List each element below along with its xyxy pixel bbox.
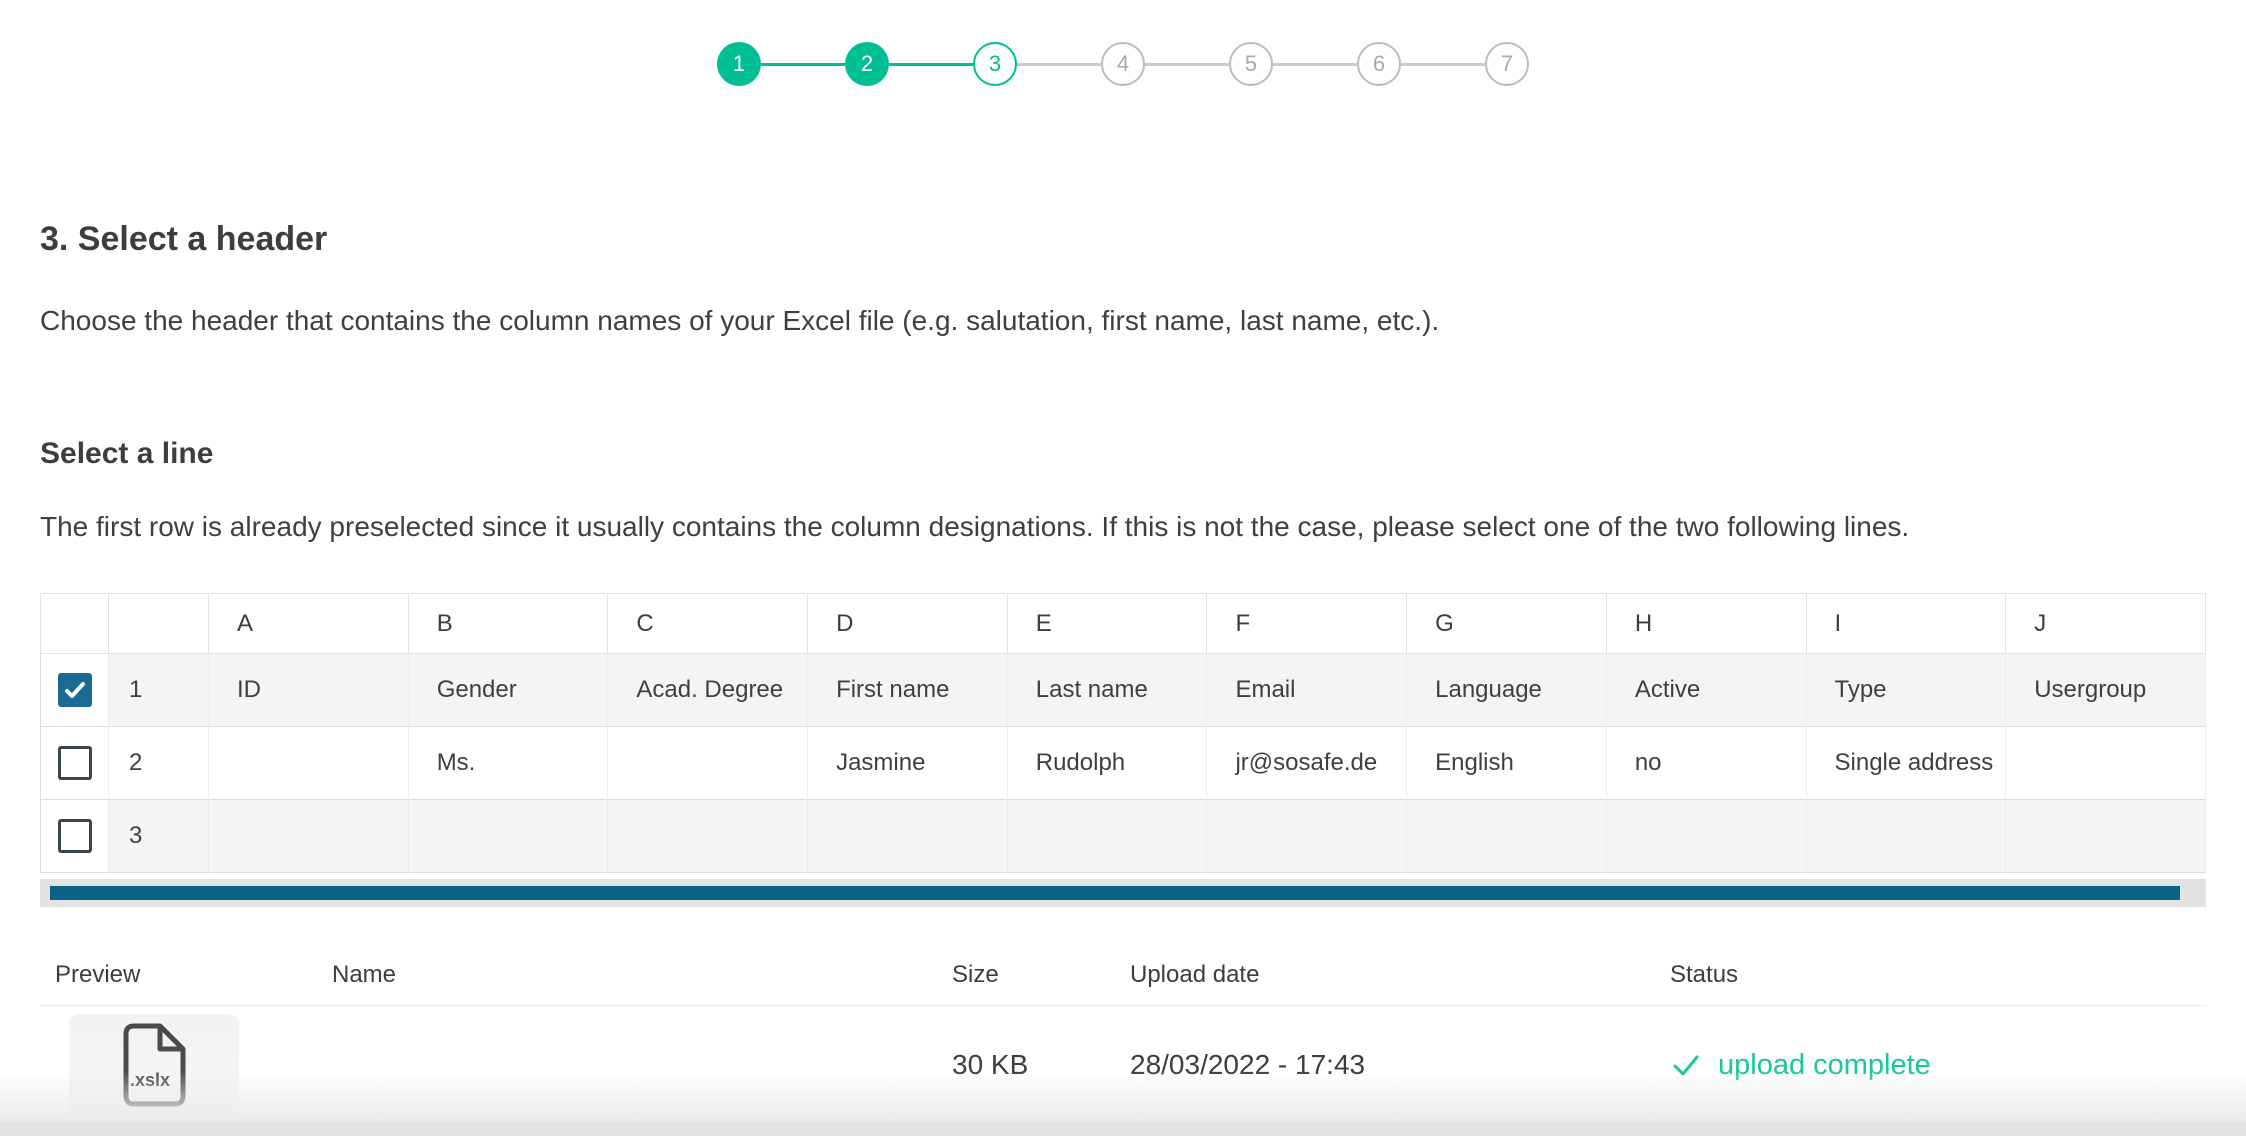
sheet-cell-F2: jr@sosafe.de: [1207, 727, 1407, 800]
sheet-cell-A2: [209, 727, 409, 800]
sheet-cell-H3: [1606, 800, 1806, 873]
row-3-checkbox[interactable]: [58, 819, 92, 853]
sheet-cell-J3: [2006, 800, 2206, 873]
row-1-checkbox[interactable]: [58, 673, 92, 707]
check-icon: [1670, 1049, 1702, 1081]
document-icon: .xslx: [121, 1022, 187, 1108]
sheet-cell-D2: Jasmine: [808, 727, 1008, 800]
horizontal-scrollbar-thumb[interactable]: [50, 886, 2180, 900]
sheet-cell-E2: Rudolph: [1007, 727, 1207, 800]
stepper-step-3[interactable]: 3: [973, 42, 1017, 86]
page-title: 3. Select a header: [40, 220, 2206, 259]
stepper-connector: [761, 63, 845, 66]
sheet-column-header-B: B: [408, 594, 608, 654]
file-size: 30 KB: [938, 1049, 1116, 1081]
sheet-row-2: 2 Ms. JasmineRudolphjr@sosafe.deEnglishnoS…: [41, 727, 2206, 800]
file-col-header-preview: Preview: [40, 961, 318, 989]
excel-preview-table: ABCDEFGHIJ 1IDGenderAcad. DegreeFirst na…: [40, 593, 2206, 873]
stepper-step-6[interactable]: 6: [1357, 42, 1401, 86]
sheet-column-header-G: G: [1407, 594, 1607, 654]
sheet-cell-C1: Acad. Degree: [608, 654, 808, 727]
stepper-step-1[interactable]: 1: [717, 42, 761, 86]
sheet-cell-G1: Language: [1407, 654, 1607, 727]
sheet-cell-J2: [2006, 727, 2206, 800]
sheet-column-header-D: D: [808, 594, 1008, 654]
sheet-cell-D3: [808, 800, 1008, 873]
sheet-column-header-E: E: [1007, 594, 1207, 654]
wizard-stepper: 1 2 3 4 5 6 7: [0, 0, 2246, 86]
sheet-cell-E3: [1007, 800, 1207, 873]
sheet-cell-C2: [608, 727, 808, 800]
sheet-cell-I1: Type: [1806, 654, 2006, 727]
row-number: 3: [109, 800, 209, 873]
stepper-connector: [1145, 63, 1229, 66]
stepper-connector: [1401, 63, 1485, 66]
sheet-cell-F3: [1207, 800, 1407, 873]
sheet-column-header-F: F: [1207, 594, 1407, 654]
sheet-body: 1IDGenderAcad. DegreeFirst nameLast name…: [41, 654, 2206, 873]
file-status-label: upload complete: [1718, 1049, 1931, 1082]
sheet-column-header-A: A: [209, 594, 409, 654]
stepper-connector: [889, 63, 973, 66]
stepper-connector: [1273, 63, 1357, 66]
row-number: 1: [109, 654, 209, 727]
stepper-step-2[interactable]: 2: [845, 42, 889, 86]
stepper-step-5[interactable]: 5: [1229, 42, 1273, 86]
sheet-header-empty-cell: [41, 594, 109, 654]
sheet-cell-B1: Gender: [408, 654, 608, 727]
file-col-header-status: Status: [1656, 961, 2206, 989]
stepper-connector: [1017, 63, 1101, 66]
stepper-step-7[interactable]: 7: [1485, 42, 1529, 86]
file-col-header-size: Size: [938, 961, 1116, 989]
file-upload-date: 28/03/2022 - 17:43: [1116, 1049, 1656, 1081]
file-col-header-name: Name: [318, 961, 938, 989]
sheet-cell-D1: First name: [808, 654, 1008, 727]
select-line-title: Select a line: [40, 437, 2206, 471]
row-checkbox-cell: [41, 727, 109, 800]
sheet-cell-I3: [1806, 800, 2006, 873]
file-type-label: .xslx: [130, 1070, 170, 1090]
sheet-header-row: ABCDEFGHIJ: [41, 594, 2206, 654]
stepper-step-4[interactable]: 4: [1101, 42, 1145, 86]
sheet-column-header-J: J: [2006, 594, 2206, 654]
row-2-checkbox[interactable]: [58, 746, 92, 780]
row-checkbox-cell: [41, 800, 109, 873]
bottom-divider-bar: [0, 1122, 2246, 1136]
main-content: 3. Select a header Choose the header tha…: [40, 220, 2206, 1116]
sheet-column-header-H: H: [1606, 594, 1806, 654]
sheet-cell-C3: [608, 800, 808, 873]
sheet-row-1: 1IDGenderAcad. DegreeFirst nameLast name…: [41, 654, 2206, 727]
sheet-column-header-I: I: [1806, 594, 2006, 654]
file-status: upload complete: [1656, 1049, 2206, 1082]
horizontal-scrollbar-track[interactable]: [40, 879, 2206, 907]
sheet-cell-H2: no: [1606, 727, 1806, 800]
sheet-column-header-C: C: [608, 594, 808, 654]
select-line-description: The first row is already preselected sin…: [40, 511, 2206, 543]
sheet-cell-F1: Email: [1207, 654, 1407, 727]
row-number: 2: [109, 727, 209, 800]
sheet-header-empty-cell: [109, 594, 209, 654]
sheet-row-3: 3: [41, 800, 2206, 873]
page-description: Choose the header that contains the colu…: [40, 305, 2206, 337]
file-row: .xslx 30 KB 28/03/2022 - 17:43 upload co…: [40, 1014, 2206, 1116]
row-checkbox-cell: [41, 654, 109, 727]
file-list-header: PreviewNameSizeUpload dateStatus: [40, 961, 2206, 1006]
sheet-cell-H1: Active: [1606, 654, 1806, 727]
sheet-cell-E1: Last name: [1007, 654, 1207, 727]
sheet-cell-B3: [408, 800, 608, 873]
file-col-header-upload-date: Upload date: [1116, 961, 1656, 989]
sheet-cell-A3: [209, 800, 409, 873]
sheet-cell-I2: Single address: [1806, 727, 2006, 800]
sheet-cell-G3: [1407, 800, 1607, 873]
checkmark-icon: [63, 678, 87, 702]
sheet-cell-B2: Ms.: [408, 727, 608, 800]
sheet-cell-G2: English: [1407, 727, 1607, 800]
sheet-cell-A1: ID: [209, 654, 409, 727]
sheet-cell-J1: Usergroup: [2006, 654, 2206, 727]
file-preview-tile: .xslx: [69, 1014, 239, 1116]
